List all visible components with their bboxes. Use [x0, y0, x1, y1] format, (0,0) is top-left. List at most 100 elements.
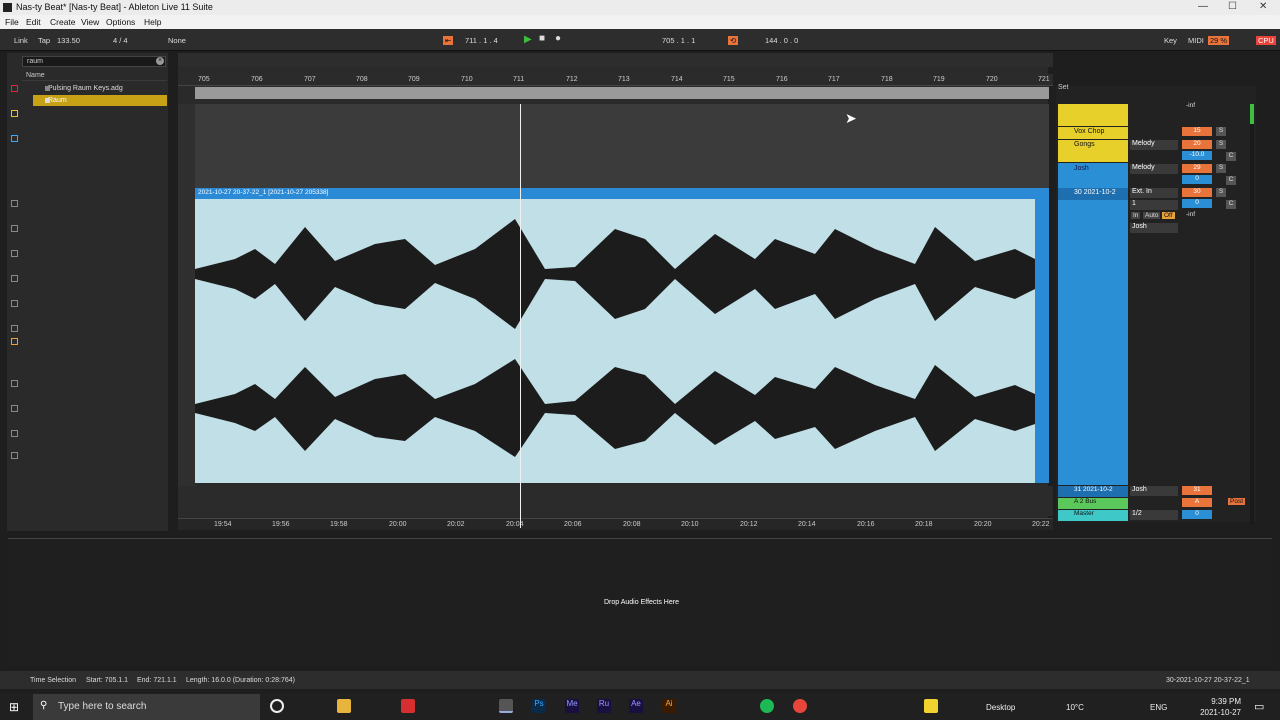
places-icon[interactable]: [11, 200, 18, 207]
desktop-toolbar[interactable]: Desktop: [986, 703, 1015, 712]
midi-map-button[interactable]: MIDI: [1188, 36, 1204, 45]
sticky-notes-icon[interactable]: [924, 699, 938, 713]
category-icon[interactable]: [11, 135, 18, 142]
time-ruler[interactable]: 19:54 19:56 19:58 20:00 20:02 20:04 20:0…: [178, 518, 1053, 530]
track-name-vox-chop[interactable]: Vox Chop: [1058, 127, 1128, 139]
stop-icon[interactable]: ■: [539, 33, 545, 44]
places-icon[interactable]: [11, 225, 18, 232]
return-track-lanes[interactable]: [178, 486, 1053, 516]
places-icon[interactable]: [11, 430, 18, 437]
track-name-josh[interactable]: Josh: [1058, 164, 1128, 176]
loop-start-field[interactable]: 705 . 1 . 1: [662, 36, 695, 45]
places-icon[interactable]: [11, 452, 18, 459]
monitor-off[interactable]: Off: [1162, 212, 1175, 219]
audio-clip-header[interactable]: 2021-10-27 20-37-22_1 [2021-10-27 205338…: [195, 188, 1049, 199]
taskbar-search[interactable]: Type here to search: [33, 694, 260, 720]
minimize-icon[interactable]: —: [1198, 1, 1208, 12]
browser-item[interactable]: Pulsing Raum Keys.adg: [33, 83, 167, 94]
cortana-icon[interactable]: [270, 699, 284, 713]
solo-button[interactable]: S: [1216, 188, 1226, 197]
output-select-josh[interactable]: Josh: [1130, 223, 1178, 233]
volume-30[interactable]: 30: [1182, 188, 1212, 197]
play-icon[interactable]: ▶: [524, 34, 532, 45]
overview-bar[interactable]: [178, 53, 1053, 67]
post-button[interactable]: Post: [1228, 498, 1246, 505]
windows-start-icon[interactable]: ⊞: [9, 700, 19, 714]
maximize-icon[interactable]: ☐: [1228, 1, 1237, 12]
menu-create[interactable]: Create: [50, 17, 76, 27]
menu-view[interactable]: View: [81, 17, 99, 27]
solo-button[interactable]: S: [1216, 140, 1226, 149]
volume-a2-bus[interactable]: A: [1182, 498, 1212, 507]
monitor-auto[interactable]: Auto: [1143, 212, 1161, 219]
loop-length-field[interactable]: 144 . 0 . 0: [765, 36, 798, 45]
track-color-vox[interactable]: [1058, 104, 1128, 126]
cue-button[interactable]: C: [1226, 176, 1236, 185]
audio-clip[interactable]: [195, 199, 1035, 483]
browser-search-input[interactable]: [22, 56, 166, 67]
places-icon[interactable]: [11, 300, 18, 307]
link-button[interactable]: Link: [14, 36, 28, 45]
playhead[interactable]: [520, 104, 521, 528]
output-select-31[interactable]: Josh: [1130, 486, 1178, 496]
input-select-josh[interactable]: Melody: [1130, 164, 1178, 174]
input-type-select[interactable]: Ext. In: [1130, 188, 1178, 198]
tempo-field[interactable]: 133.50: [57, 36, 80, 45]
chrome-icon[interactable]: [793, 699, 807, 713]
close-icon[interactable]: ✕: [1259, 1, 1267, 12]
track-name-gongs[interactable]: Gongs: [1058, 140, 1128, 162]
app-icon[interactable]: [401, 699, 415, 713]
loop-brace[interactable]: [195, 87, 1049, 99]
ableton-live-icon[interactable]: [499, 699, 513, 713]
menu-edit[interactable]: Edit: [26, 17, 41, 27]
cue-button[interactable]: C: [1226, 200, 1236, 209]
track-name-a2-bus[interactable]: A 2 Bus: [1058, 498, 1128, 509]
clock[interactable]: 9:39 PM 2021-10-27: [1199, 696, 1241, 718]
clear-search-icon[interactable]: ×: [156, 57, 164, 65]
solo-button[interactable]: S: [1216, 127, 1226, 136]
clip-edge[interactable]: [1035, 199, 1049, 483]
output-select-master[interactable]: 1/2: [1130, 510, 1178, 520]
monitor-in[interactable]: In: [1131, 212, 1141, 219]
places-icon[interactable]: [11, 275, 18, 282]
media-encoder-icon[interactable]: Me: [565, 699, 579, 713]
notifications-icon[interactable]: ▭: [1254, 700, 1264, 713]
track-color-josh[interactable]: [1058, 163, 1128, 485]
track-name-31[interactable]: 31 2021-10-2: [1058, 486, 1128, 497]
volume-gongs[interactable]: 20: [1182, 140, 1212, 149]
drop-audio-effects[interactable]: Drop Audio Effects Here: [604, 599, 679, 606]
illustrator-icon[interactable]: Ai: [662, 699, 676, 713]
input-select-gongs[interactable]: Melody: [1130, 140, 1178, 150]
premiere-rush-icon[interactable]: Ru: [597, 699, 611, 713]
places-icon[interactable]: [11, 250, 18, 257]
track-name-30[interactable]: 30 2021-10-2: [1058, 188, 1128, 200]
after-effects-icon[interactable]: Ae: [629, 699, 643, 713]
file-explorer-icon[interactable]: [337, 699, 351, 713]
tap-button[interactable]: Tap: [38, 36, 50, 45]
volume-master[interactable]: 0: [1182, 510, 1212, 519]
send-30[interactable]: 0: [1182, 199, 1212, 208]
places-icon[interactable]: [11, 325, 18, 332]
category-icon[interactable]: [11, 85, 18, 92]
category-icon[interactable]: [11, 110, 18, 117]
record-icon[interactable]: ●: [555, 33, 561, 44]
volume-31[interactable]: 31: [1182, 486, 1212, 495]
cue-button[interactable]: C: [1226, 152, 1236, 161]
search-icon[interactable]: [11, 338, 18, 345]
browser-column-name[interactable]: Name: [22, 70, 167, 81]
key-map-button[interactable]: Key: [1164, 36, 1177, 45]
follow-icon[interactable]: ⇤: [443, 36, 454, 45]
spotify-icon[interactable]: [760, 699, 774, 713]
photoshop-icon[interactable]: Ps: [532, 699, 546, 713]
send-josh[interactable]: 0: [1182, 175, 1212, 184]
language-indicator[interactable]: ENG: [1150, 703, 1167, 712]
quantization-select[interactable]: None: [168, 36, 186, 45]
time-signature[interactable]: 4 / 4: [113, 36, 128, 45]
weather[interactable]: 10°C: [1066, 703, 1084, 712]
menu-options[interactable]: Options: [106, 17, 135, 27]
track-name-master[interactable]: Master: [1058, 510, 1128, 521]
places-icon[interactable]: [11, 405, 18, 412]
arrangement-position[interactable]: 711 . 1 . 4: [465, 36, 498, 45]
browser-item-selected[interactable]: Raum: [33, 95, 167, 106]
volume-josh[interactable]: 29: [1182, 164, 1212, 173]
